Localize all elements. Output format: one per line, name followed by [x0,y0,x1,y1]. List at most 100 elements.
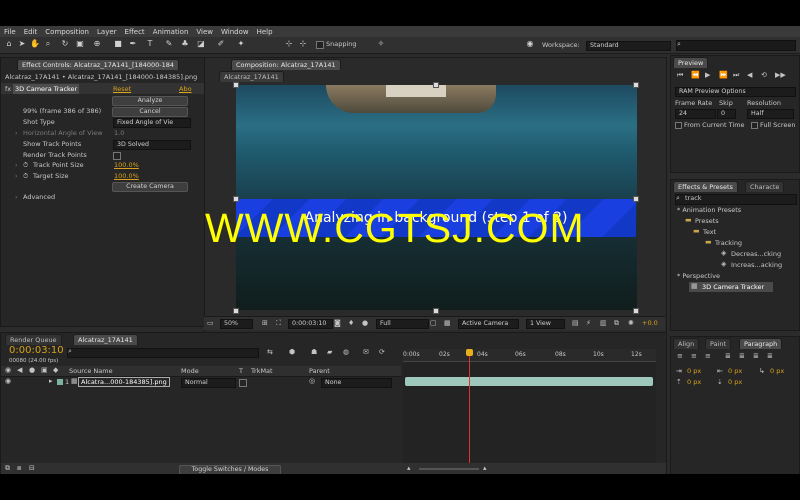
indent-right-value[interactable]: 0 px [728,366,742,376]
transform-handle[interactable] [233,308,239,314]
menu-layer[interactable]: Layer [93,28,121,36]
zoom-tool-icon[interactable]: ⌕ [43,39,53,49]
tree-text[interactable]: Text [703,227,716,237]
transform-handle[interactable] [633,82,639,88]
tree-tracking[interactable]: Tracking [715,238,742,248]
timeline-graph-area[interactable]: 0:00s 02s 04s 06s 08s 10s 12s [403,349,656,473]
resolution-select[interactable]: Half [747,109,794,119]
tab-paragraph[interactable]: Paragraph [739,338,783,349]
fx-icon[interactable]: fx [5,84,11,94]
align-center-icon[interactable]: ≡ [691,352,697,361]
reset-link[interactable]: Reset [113,84,131,94]
tab-align[interactable]: Align [673,338,700,349]
always-preview-icon[interactable]: ▭ [207,319,214,328]
fov-value[interactable]: 1.0 [114,128,124,138]
shot-type-select[interactable]: Fixed Angle of Vie [113,118,191,128]
snap-icon[interactable]: ✧ [376,39,386,49]
col-trkmat[interactable]: TrkMat [251,366,273,376]
exposure-value[interactable]: +0.0 [642,318,658,328]
col-mode[interactable]: Mode [181,366,199,376]
zoom-in-icon[interactable]: ▴ [483,464,487,473]
composition-viewer[interactable] [236,85,637,310]
chevron-right-icon[interactable]: › [15,128,18,138]
layer-duration-bar[interactable] [405,377,653,386]
first-line-indent-value[interactable]: 0 px [770,366,784,376]
time-ruler[interactable]: 0:00s 02s 04s 06s 08s 10s 12s [403,349,656,362]
previous-frame-icon[interactable]: ⏪ [691,71,700,80]
justify-right-icon[interactable]: ≣ [753,352,759,361]
loop-icon[interactable]: ⟲ [761,71,767,80]
frame-rate-select[interactable]: 24 [675,109,716,119]
transform-handle[interactable] [633,308,639,314]
cancel-button[interactable]: Cancel [112,107,188,117]
eraser-tool-icon[interactable]: ◪ [196,39,206,49]
camera-tool-icon[interactable]: ▣ [75,39,85,49]
region-of-interest-icon[interactable]: ▢ [430,319,437,328]
pen-tool-icon[interactable]: ✒ [128,39,138,49]
selection-tool-icon[interactable]: ➤ [17,39,27,49]
tab-paint[interactable]: Paint [705,338,732,349]
toggle-switches-modes-button[interactable]: Toggle Switches / Modes [179,465,281,474]
type-tool-icon[interactable]: T [145,39,155,49]
analyze-button[interactable]: Analyze [112,96,188,106]
menu-composition[interactable]: Composition [41,28,93,36]
layer-parent-select[interactable]: None [321,378,392,388]
view-layout-select[interactable]: 1 View [526,319,565,329]
transform-handle[interactable] [633,196,639,202]
chevron-right-icon[interactable]: ▸ [49,377,53,386]
about-link[interactable]: Abo [179,84,192,94]
safe-zones-icon[interactable]: ⊞ [262,319,268,328]
render-track-points-checkbox[interactable] [113,152,121,160]
target-size-value[interactable]: 100.0% [114,171,139,181]
full-screen-checkbox[interactable] [751,122,758,129]
help-search-input[interactable] [676,40,796,51]
last-frame-icon[interactable]: ⏭ [733,71,739,80]
ram-preview-icon[interactable]: ▶▶ [775,71,786,80]
ram-preview-options-select[interactable]: RAM Preview Options [675,87,796,97]
col-source-name[interactable]: Source Name [69,366,113,376]
transfer-controls-icon[interactable]: ⧈ [17,464,21,473]
col-parent[interactable]: Parent [309,366,330,376]
menu-help[interactable]: Help [253,28,277,36]
indent-left-value[interactable]: 0 px [687,366,701,376]
current-time-display[interactable]: 0:00:03:10 [288,319,333,329]
tab-timeline-comp[interactable]: Alcatraz_17A141 [73,334,138,345]
playhead-line[interactable] [469,349,470,473]
justify-center-icon[interactable]: ≣ [739,352,745,361]
first-frame-icon[interactable]: ⏮ [677,71,683,80]
tab-preview[interactable]: Preview [673,57,709,68]
layer-switches-icon[interactable]: ⧉ [5,464,10,473]
transform-handle[interactable] [433,82,439,88]
resolution-select[interactable]: Full [376,319,429,329]
tree-3d-camera-tracker[interactable]: 3D Camera Tracker [702,282,764,292]
tab-effect-controls[interactable]: Effect Controls: Alcatraz_17A141_[184000… [17,59,180,70]
pixel-aspect-icon[interactable]: ▤ [572,319,579,328]
axis-local-icon[interactable]: ⊹ [284,39,294,49]
tree-animation-presets[interactable]: * Animation Presets [677,205,741,215]
create-camera-button[interactable]: Create Camera [112,182,188,192]
show-track-points-select[interactable]: 3D Solved [113,140,191,150]
preserve-transparency-checkbox[interactable] [239,379,247,387]
fast-previews-icon[interactable]: ⚡ [586,319,591,328]
axis-world-icon[interactable]: ⊹ [298,39,308,49]
chevron-right-icon[interactable]: › [15,171,18,181]
space-after-value[interactable]: 0 px [728,377,742,387]
tab-composition[interactable]: Composition: Alcatraz_17A141 [231,59,341,70]
hide-shy-layers-icon[interactable]: ☗ [311,348,317,357]
flowchart-icon[interactable]: ⧉ [614,319,619,328]
pan-behind-tool-icon[interactable]: ⊕ [92,39,102,49]
chevron-right-icon[interactable]: › [15,192,18,202]
workspace-select[interactable]: Standard [586,41,671,51]
timeline-search-input[interactable] [67,348,259,358]
comp-mini-flowchart-icon[interactable]: ⇆ [267,348,273,357]
stopwatch-icon[interactable]: ⏱ [23,160,28,170]
stopwatch-icon[interactable]: ⏱ [23,171,28,181]
playhead-handle[interactable] [466,349,473,356]
brush-tool-icon[interactable]: ✎ [164,39,174,49]
justify-left-icon[interactable]: ≣ [725,352,731,361]
layer-label-color[interactable] [57,379,63,385]
layer-row[interactable]: ◉ ▸ 1 ▦ Alcatra...000-184385].png Normal… [1,377,401,388]
transparency-grid-icon[interactable]: ▦ [444,319,451,328]
hand-tool-icon[interactable]: ✋ [30,39,40,49]
roto-brush-tool-icon[interactable]: ✐ [216,39,226,49]
